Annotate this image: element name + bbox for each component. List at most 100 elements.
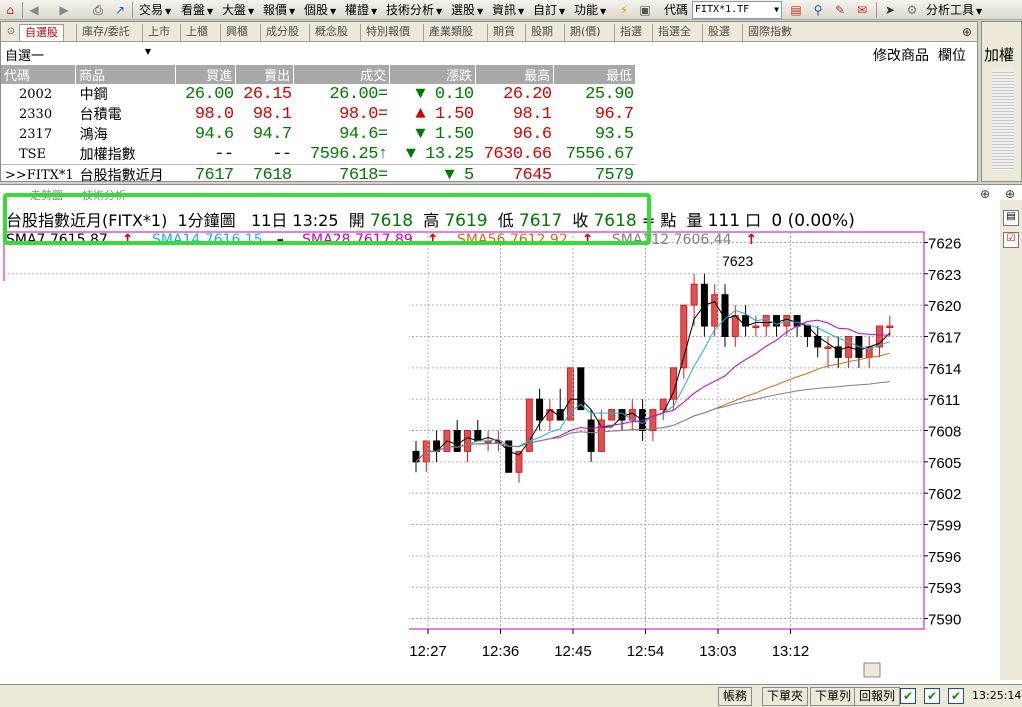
table-header-row: 代碼 商品 買進 賣出 成交 漲跌 最高 最低 [1, 65, 637, 84]
menu-custom[interactable]: 自訂 ▼ [533, 2, 565, 18]
menu-info[interactable]: 資訊 ▼ [492, 2, 524, 18]
popout-icon[interactable]: ↗ [112, 2, 128, 18]
tab-trend[interactable]: 走勢圖 [30, 187, 63, 203]
table-row[interactable]: TSE 加權指數 -- -- 7596.25↑ ▼ 13.25 7630.66 … [1, 144, 636, 165]
tab-listed[interactable]: 上市 [142, 24, 175, 41]
book-icon[interactable]: ▤ [788, 2, 804, 18]
tab-inventory[interactable]: 庫存/委託 [76, 24, 135, 41]
alert-icon[interactable]: ✉ [854, 2, 870, 18]
tab-industry[interactable]: 產業類股 [423, 24, 478, 41]
chevron-down-icon: ▼ [976, 7, 983, 16]
menu-quote[interactable]: 報價 ▼ [263, 2, 295, 18]
group-select[interactable]: 自選一 ▼ [5, 45, 153, 64]
home-icon[interactable]: ⌂ [2, 2, 18, 18]
tab-concept[interactable]: 概念股 [309, 24, 353, 41]
checkbox-icon[interactable]: ☑ [1003, 232, 1019, 248]
zoom-in-icon[interactable]: ⊕ [959, 24, 975, 40]
candle-body [793, 315, 801, 327]
side-panel-grip[interactable] [992, 70, 1014, 170]
back-icon[interactable]: ◀ [26, 2, 42, 18]
side-panel-label[interactable]: 加權 [984, 44, 1014, 65]
tab-stock-futures[interactable]: 股期 [525, 24, 558, 41]
account-button[interactable]: 帳務 [718, 687, 753, 706]
columns-button[interactable]: 欄位 [938, 45, 966, 65]
open-label: 開 [348, 211, 365, 230]
period-label[interactable]: 1分鐘圖 [178, 211, 236, 230]
order-folder-button[interactable]: 下單夾 [762, 687, 809, 706]
tab-futures-price[interactable]: 期(價) [564, 24, 606, 41]
col-header[interactable]: 商品 [75, 65, 177, 84]
y-tick-label: 7620 [928, 298, 961, 315]
analysis-tools-menu[interactable]: 分析工具 ▼ [926, 2, 982, 18]
code-cell: TSE [1, 144, 76, 165]
chevron-down-icon[interactable]: ⊙ [3, 24, 19, 40]
tab-watchlist[interactable]: 自選股 [19, 24, 64, 41]
bid-cell: 26.00 [185, 84, 234, 104]
tools-icon[interactable]: ✎ [832, 2, 848, 18]
chevron-down-icon[interactable]: ▼ [145, 47, 151, 56]
table-row[interactable]: 2002 中鋼 26.00 26.15 26.00= ▼ 0.10 26.20 … [1, 84, 636, 104]
table-row[interactable]: >>FITX*1 台股指數近月 7617 7618 7618= ▼ 5 7645… [1, 165, 636, 186]
tab-stock-options[interactable]: 股選 [702, 24, 735, 41]
candle-body [824, 346, 832, 349]
lightning-icon[interactable]: ⚡ [616, 2, 632, 18]
ma28-legend: SMA28 7617.89 ↑ [302, 232, 439, 248]
panel-icon[interactable]: ▤ [1003, 210, 1019, 226]
table-row[interactable]: 2317 鴻海 94.6 94.7 94.6= ▼ 1.50 96.6 93.5 [1, 124, 636, 144]
col-header[interactable]: 最高 [475, 65, 555, 84]
lot-label: 口 [745, 211, 762, 230]
col-header[interactable]: 代碼 [1, 65, 77, 84]
menu-function[interactable]: 功能 ▼ [574, 2, 606, 18]
x-tick-label: 13:12 [772, 643, 810, 660]
col-header[interactable]: 賣出 [235, 65, 295, 84]
menu-trade[interactable]: 交易 ▼ [139, 2, 171, 18]
chevron-down-icon[interactable]: ▼ [774, 2, 779, 18]
ma-label: SMA112 7606.44 [611, 232, 732, 248]
search-icon[interactable]: ⚲ [810, 2, 826, 18]
tab-index-options[interactable]: 指選 [614, 24, 647, 41]
y-tick-label: 7608 [928, 424, 961, 441]
zoom-in-icon[interactable]: ⊕ [977, 186, 993, 202]
lock-icon[interactable]: ▣ [637, 2, 653, 18]
menu-market[interactable]: 大盤 ▼ [222, 2, 254, 18]
tab-technical[interactable]: 技術分析 [82, 187, 126, 203]
gear-icon[interactable]: ⚙ [904, 2, 920, 18]
menu-label: 資訊 [492, 3, 517, 17]
candle-body [597, 419, 605, 452]
tab-special[interactable]: 特別報價 [360, 24, 415, 41]
col-header[interactable]: 成交 [293, 65, 391, 84]
down-arrow-icon: ▼ [415, 124, 426, 144]
scroll-right-button[interactable] [863, 662, 881, 678]
menu-watch[interactable]: 看盤 ▼ [181, 2, 213, 18]
tab-otc[interactable]: 上櫃 [180, 24, 213, 41]
table-row[interactable]: 2330 台積電 98.0 98.1 98.0= ▲ 1.50 98.1 96.… [1, 104, 636, 124]
order-bar-button[interactable]: 下單列 [810, 687, 857, 706]
y-tick-label: 7617 [928, 329, 961, 346]
chevron-down-icon: ▼ [559, 7, 566, 16]
menu-screener[interactable]: 選股 ▼ [451, 2, 483, 18]
menu-warrant[interactable]: 權證 ▼ [345, 2, 377, 18]
modify-products-button[interactable]: 修改商品 [873, 45, 929, 65]
candle-body [690, 283, 698, 306]
tab-emerging[interactable]: 興櫃 [220, 24, 253, 41]
col-header[interactable]: 買進 [175, 65, 237, 84]
print-icon[interactable]: ⎙ [90, 2, 106, 18]
tab-futures[interactable]: 期貨 [487, 24, 520, 41]
tab-intl-index[interactable]: 國際指數 [742, 24, 797, 41]
tab-index-options-all[interactable]: 指選全 [652, 24, 696, 41]
menu-technical[interactable]: 技術分析 ▼ [386, 2, 442, 18]
col-header[interactable]: 最低 [553, 65, 637, 84]
tab-components[interactable]: 成分股 [260, 24, 304, 41]
cursor-icon[interactable]: ➤ [882, 2, 898, 18]
menu-stock[interactable]: 個股 ▼ [304, 2, 336, 18]
report-bar-button[interactable]: 回報列 [854, 687, 901, 706]
col-header[interactable]: 漲跌 [389, 65, 477, 84]
chevron-down-icon: ▼ [436, 7, 443, 16]
forward-icon[interactable]: ▶ [56, 2, 72, 18]
checkbox[interactable]: ✔ [900, 688, 916, 704]
candle-body [711, 294, 719, 327]
checkbox[interactable]: ✔ [948, 688, 964, 704]
checkbox[interactable]: ✔ [924, 688, 940, 704]
code-input[interactable]: FITX*1.TF ▼ [692, 1, 782, 19]
change-cell: ▲ 1.50 [390, 104, 476, 124]
